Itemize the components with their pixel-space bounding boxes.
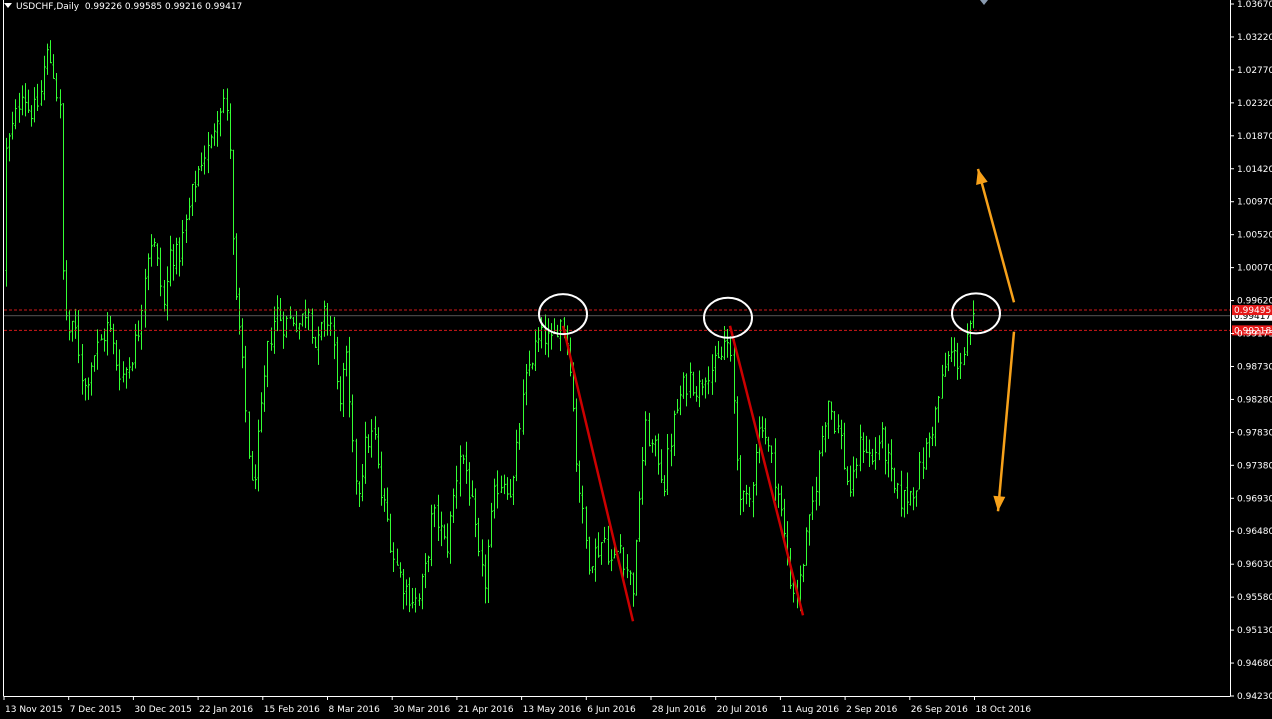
y-tick-label: 0.99175 xyxy=(1237,330,1272,340)
x-tick-label: 21 Apr 2016 xyxy=(458,705,514,715)
y-tick-label: 0.95130 xyxy=(1237,626,1272,636)
y-tick-label: 1.02320 xyxy=(1237,99,1272,109)
y-tick-label: 0.98280 xyxy=(1237,395,1272,405)
y-tick-label: 0.96030 xyxy=(1237,560,1272,570)
y-tick-label: 0.95580 xyxy=(1237,593,1272,603)
x-tick-label: 22 Jan 2016 xyxy=(199,705,253,715)
y-tick-label: 0.97830 xyxy=(1237,428,1272,438)
y-tick-label: 0.96480 xyxy=(1237,527,1272,537)
x-tick-label: 15 Feb 2016 xyxy=(264,705,320,715)
symbol-label: USDCHF,Daily xyxy=(16,2,80,12)
x-tick-label: 11 Aug 2016 xyxy=(781,705,839,715)
y-tick-label: 1.01870 xyxy=(1237,132,1272,142)
scroll-marker-icon[interactable] xyxy=(980,0,988,5)
y-tick-label: 0.94680 xyxy=(1237,659,1272,669)
y-tick-label: 0.96930 xyxy=(1237,494,1272,504)
horizontal-levels: 0.994170.994950.99218 xyxy=(4,305,1272,336)
x-tick-label: 20 Jul 2016 xyxy=(717,705,768,715)
y-tick-label: 1.00520 xyxy=(1237,231,1272,241)
y-tick-label: 0.98730 xyxy=(1237,362,1272,372)
arrow-down-line[interactable] xyxy=(996,331,1016,512)
y-tick-label: 0.99620 xyxy=(1237,297,1272,307)
ohlc-readout: 0.99226 0.99585 0.99216 0.99417 xyxy=(84,2,243,12)
y-tick-label: 1.00070 xyxy=(1237,264,1272,274)
y-tick-label: 1.03670 xyxy=(1237,0,1272,10)
axes: 1.03670 1.03220 1.02770 1.02320 1.01870 1.014… xyxy=(3,0,1272,715)
arrow-up-line[interactable] xyxy=(976,168,1016,303)
y-tick-label: 0.97380 xyxy=(1237,461,1272,471)
x-tick-label: 18 Oct 2016 xyxy=(976,705,1032,715)
candle-bars xyxy=(5,40,975,613)
x-tick-label: 26 Sep 2016 xyxy=(911,705,968,715)
x-tick-label: 2 Sep 2016 xyxy=(846,705,898,715)
price-tag-label: 0.99495 xyxy=(1234,306,1271,316)
y-tick-label: 1.01420 xyxy=(1237,165,1272,175)
dropdown-triangle-icon[interactable] xyxy=(4,3,12,8)
y-tick-label: 1.02770 xyxy=(1237,66,1272,76)
x-tick-label: 28 Jun 2016 xyxy=(652,705,706,715)
x-tick-label: 30 Mar 2016 xyxy=(393,705,450,715)
y-tick-label: 1.00970 xyxy=(1237,198,1272,208)
highlight-circle[interactable] xyxy=(951,292,1001,335)
x-tick-label: 7 Dec 2015 xyxy=(70,705,122,715)
price-chart[interactable]: 0.994170.994950.99218 1.03670 1.03220 1.02… xyxy=(0,0,1272,719)
arrow-up-icon xyxy=(976,168,988,185)
y-tick-label: 0.94230 xyxy=(1237,692,1272,702)
x-tick-label: 13 May 2016 xyxy=(523,705,582,715)
x-tick-label: 30 Dec 2015 xyxy=(134,705,192,715)
y-tick-label: 1.03220 xyxy=(1237,33,1272,43)
x-tick-label: 8 Mar 2016 xyxy=(329,705,381,715)
trend-line[interactable] xyxy=(561,325,635,622)
x-tick-label: 6 Jun 2016 xyxy=(587,705,636,715)
x-tick-label: 13 Nov 2015 xyxy=(5,705,63,715)
annotations xyxy=(538,0,1016,622)
chart-header: USDCHF,Daily 0.99226 0.99585 0.99216 0.9… xyxy=(4,1,242,13)
